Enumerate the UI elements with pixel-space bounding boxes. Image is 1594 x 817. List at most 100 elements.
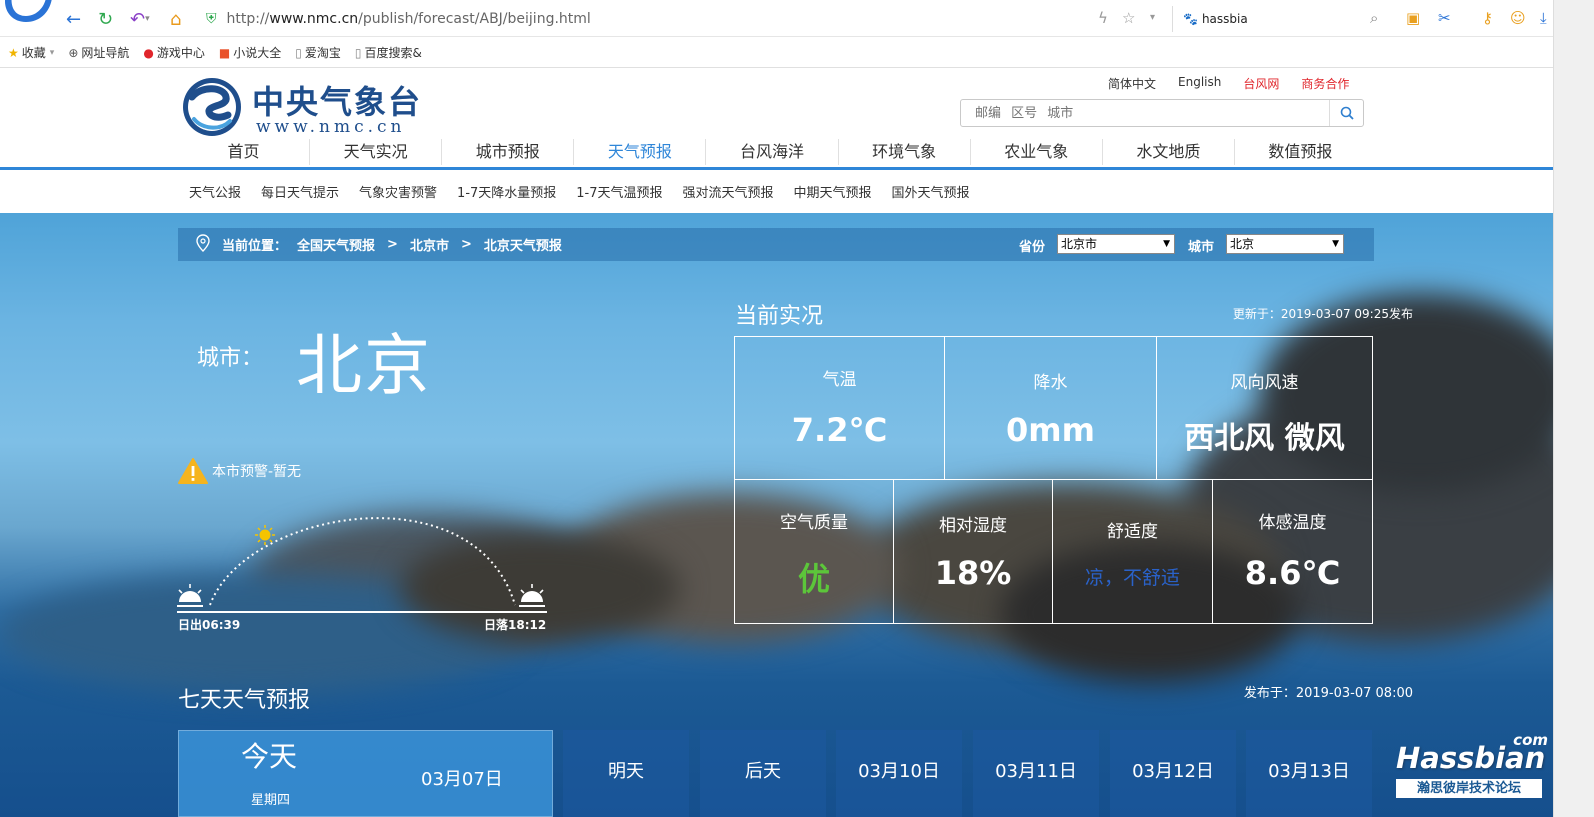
day-tab[interactable]: 明天 (563, 730, 689, 817)
address-bar[interactable]: ⛨ http://www.nmc.cn/publish/forecast/ABJ… (206, 6, 1166, 32)
province-select[interactable]: 北京市 ▼ (1057, 234, 1175, 254)
nmc-emblem-icon (183, 78, 241, 136)
link-typhoon[interactable]: 台风网 (1243, 75, 1279, 92)
home-icon[interactable]: ⌂ (170, 8, 181, 30)
subnav-bulletin[interactable]: 天气公报 (189, 182, 241, 201)
sunrise-icon (177, 584, 203, 607)
scrollbar[interactable] (1553, 0, 1594, 817)
subnav-precipitation[interactable]: 1-7天降水量预报 (457, 182, 556, 201)
day-tab[interactable]: 后天 (700, 730, 826, 817)
search-icon[interactable] (1329, 100, 1363, 126)
download-icon[interactable]: ⤓ (1540, 9, 1547, 27)
nav-home[interactable]: 首页 (178, 139, 309, 165)
breadcrumb-national[interactable]: 全国天气预报 (297, 235, 375, 254)
current-conditions-grid: 气温 7.2℃ 降水 0mm 风向风速 西北风 微风 空气质量 优 相对湿度 1… (734, 336, 1373, 624)
day-tab[interactable]: 03月13日 (1246, 730, 1372, 817)
book-icon: ■ (218, 45, 231, 60)
day-tab[interactable]: 03月10日 (836, 730, 962, 817)
key-icon[interactable]: ⚷ (1482, 9, 1493, 27)
browser-logo-icon (5, 0, 52, 22)
day-tab[interactable]: 03月12日 (1110, 730, 1236, 817)
bookmark-item[interactable]: ▯ 百度搜索& (355, 44, 422, 61)
sunset-time: 日落18:12 (484, 618, 547, 632)
smiley-icon[interactable]: ☺ (1510, 9, 1526, 27)
nav-numerical[interactable]: 数值预报 (1233, 139, 1366, 165)
seven-day-title: 七天天气预报 (178, 688, 311, 713)
subnav-disaster-warning[interactable]: 气象灾害预警 (359, 182, 437, 201)
refresh-icon[interactable]: ↻ (98, 8, 113, 30)
secure-shield-icon: ⛨ (206, 11, 217, 27)
game-icon: ● (143, 45, 154, 60)
feels-like-label: 体感温度 (1258, 513, 1327, 533)
comfort-value: 凉，不舒适 (1084, 567, 1180, 589)
bookmark-item[interactable]: ■ 小说大全 (219, 44, 281, 61)
page-icon: ▯ (295, 45, 302, 60)
warning-icon (178, 458, 208, 484)
dropdown-icon[interactable]: ▾ (1150, 12, 1155, 23)
site-search-input[interactable] (961, 100, 1321, 126)
precipitation-cell: 降水 0mm (945, 337, 1157, 480)
bookmark-item[interactable]: ▯ 爱淘宝 (295, 44, 341, 61)
search-icon[interactable]: ⌕ (1370, 9, 1378, 27)
breadcrumb: 当前位置： 全国天气预报 > 北京市 > 北京天气预报 省份 北京市 ▼ 城市 北… (178, 228, 1374, 261)
link-english[interactable]: English (1178, 75, 1221, 92)
precipitation-value: 0mm (1006, 411, 1095, 449)
subnav-convection[interactable]: 强对流天气预报 (683, 182, 774, 201)
nav-live-weather[interactable]: 天气实况 (309, 139, 441, 165)
nav-typhoon-ocean[interactable]: 台风海洋 (705, 139, 837, 165)
chevron-down-icon: ▼ (1332, 239, 1339, 249)
nav-agriculture[interactable]: 农业气象 (969, 139, 1102, 165)
browser-toolbar: ← ↻ ↶ ▾ ⌂ ⛨ http://www.nmc.cn/publish/for… (0, 0, 1594, 37)
sunrise-time: 日出06:39 (178, 618, 241, 632)
nav-hydrology[interactable]: 水文地质 (1101, 139, 1234, 165)
browser-search-value: hassbia (1201, 12, 1248, 26)
subnav-temperature[interactable]: 1-7天气温预报 (576, 182, 662, 201)
browser-search-box[interactable]: 🐾 hassbia (1172, 6, 1392, 32)
breadcrumb-province[interactable]: 北京市 (410, 235, 449, 254)
undo-close-icon[interactable]: ↶ ▾ (130, 8, 150, 30)
page-icon: ▯ (354, 45, 362, 60)
sunset-icon (519, 584, 545, 607)
warning-status[interactable]: 本市预警-暂无 (178, 457, 301, 485)
current-update-time: 更新于：2019-03-07 09:25发布 (1232, 307, 1413, 321)
city-select-label: 城市 (1188, 240, 1215, 255)
back-icon[interactable]: ← (66, 8, 81, 30)
day-tab[interactable]: 03月11日 (973, 730, 1099, 817)
air-quality-value: 优 (797, 560, 830, 598)
nav-city-forecast[interactable]: 城市预报 (441, 139, 573, 165)
extension-icon[interactable]: ▣ (1406, 9, 1420, 27)
site-search-box (960, 99, 1364, 127)
humidity-cell: 相对湿度 18% (894, 480, 1053, 623)
favorite-star-icon[interactable]: ☆ (1122, 9, 1135, 27)
url-text[interactable]: http://www.nmc.cn/publish/forecast/ABJ/b… (227, 11, 591, 27)
watermark-brand: Hassbian (1396, 741, 1546, 775)
warning-text: 本市预警-暂无 (212, 464, 302, 480)
sun-position-icon (255, 525, 275, 545)
air-quality-cell: 空气质量 优 (735, 480, 894, 623)
chevron-down-icon: ▼ (1163, 239, 1170, 249)
nav-weather-forecast[interactable]: 天气预报 (573, 139, 705, 165)
bookmark-item[interactable]: ★ 收藏 ▾ (8, 44, 54, 61)
today-date: 03月07日 (421, 769, 503, 790)
bookmark-item[interactable]: ● 游戏中心 (143, 44, 205, 61)
link-simplified-chinese[interactable]: 简体中文 (1108, 75, 1156, 92)
logo-url: www.nmc.cn (256, 117, 406, 137)
top-links: 简体中文 English 台风网 商务合作 (1108, 75, 1371, 92)
scissors-icon[interactable]: ✂ (1438, 9, 1451, 27)
link-business[interactable]: 商务合作 (1301, 75, 1349, 92)
today-weekday: 星期四 (251, 793, 291, 808)
nav-environment[interactable]: 环境气象 (837, 139, 970, 165)
bookmark-item[interactable]: ⊕ 网址导航 (68, 44, 129, 61)
temperature-cell: 气温 7.2℃ (735, 337, 945, 480)
city-select[interactable]: 北京 ▼ (1226, 234, 1344, 254)
city-name: 北京 (296, 327, 432, 404)
lightning-icon[interactable]: ϟ (1098, 9, 1108, 27)
wind-value: 西北风 微风 (1184, 421, 1345, 456)
subnav-medium-range[interactable]: 中期天气预报 (794, 182, 872, 201)
subnav-foreign[interactable]: 国外天气预报 (892, 182, 970, 201)
site-logo[interactable]: 中央气象台 www.nmc.cn (180, 73, 440, 137)
day-tab-today[interactable]: 今天 03月07日 星期四 (178, 730, 553, 817)
subnav-daily-tips[interactable]: 每日天气提示 (261, 182, 339, 201)
bookmark-bar: ★ 收藏 ▾ ⊕ 网址导航 ● 游戏中心 ■ 小说大全 ▯ 爱淘宝 ▯ 百度搜索& (0, 38, 1594, 68)
main-nav: 首页 天气实况 城市预报 天气预报 台风海洋 环境气象 农业气象 水文地质 数值… (178, 139, 1366, 165)
